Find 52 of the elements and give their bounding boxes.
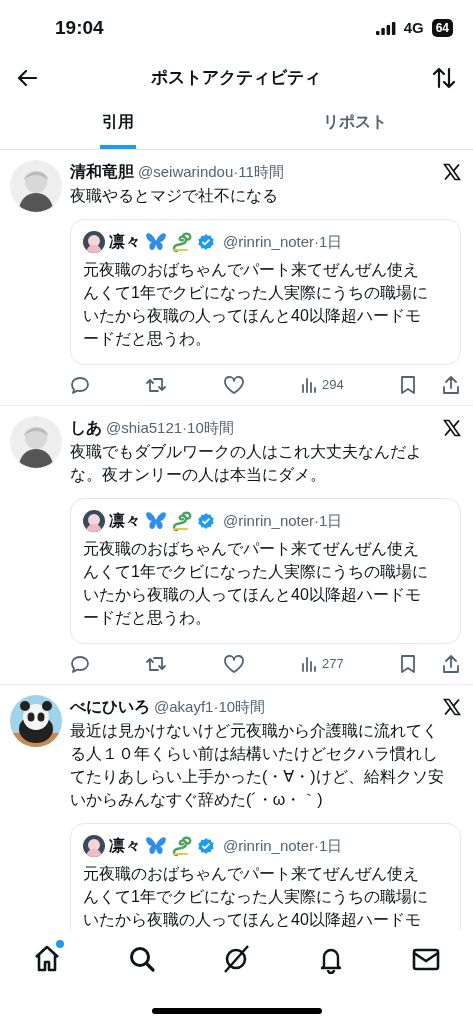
post-text: 最近は見かけないけど元夜職から介護職に流れてく る人１０年くらい前は結構いたけどセクハラ慣れし てたりあしらい上手かった(・∀・)けど、給料クソ安 いからみんなすぐ辞めた(´・ω・｀) [70,721,445,810]
clock-time: 19:04 [55,15,104,40]
butterfly-icon [145,836,167,856]
bookmark-icon[interactable] [398,654,417,674]
reply-icon[interactable] [70,654,90,674]
share-icon[interactable] [440,654,461,674]
views-icon[interactable] [299,376,318,394]
sort-icon[interactable] [431,65,457,91]
logo-icon [443,698,461,716]
post-meta: @rinrin_noter·1日 [223,510,343,531]
post-text: 元夜職のおばちゃんでパート来てぜんぜん使え んくて1年でクビになった人実際にうちの職場に いたから夜職の人ってほんと40以降超ハードモ ードだと思うわ。 [83,260,429,349]
post-meta: @akayf1·10時間 [154,697,266,717]
quoted-post[interactable]: 凛々 @rinrin_noter·1日 元夜職のおばちゃんでパート来てぜんぜん使え んくて1年でクビになった人実際にうちの職場に いたから夜職の人ってほんと40以降超ハードモ ードだと思うわ。 [70,498,461,644]
dragon-icon [171,231,193,253]
author-name[interactable]: べにひいろ [70,695,150,719]
network-type: 4G [403,17,424,38]
author-name: 凛々 [109,836,141,856]
quoted-post[interactable]: 凛々 @rinrin_noter·1日 元夜職のおばちゃんでパート来てぜんぜん使え んくて1年でクビになった人実際にうちの職場に いたから夜職の人ってほんと40以降超ハードモ ードだと思うわ。 [70,219,461,365]
dragon-icon [171,510,193,532]
reply-icon[interactable] [70,375,90,395]
page-title: ポストアクティビティ [150,67,321,90]
view-count: 294 [321,376,344,395]
repost-icon[interactable] [145,375,168,395]
butterfly-icon [145,511,167,531]
author-name: 凛々 [109,232,141,252]
post-text: 元夜職のおばちゃんでパート来てぜんぜん使え んくて1年でクビになった人実際にうちの職場に いたから夜職の人ってほんと40以降超ハードモ [83,864,429,930]
views-icon[interactable] [299,655,318,673]
like-icon[interactable] [222,375,245,395]
post-meta: @seiwarindou·11時間 [138,162,284,182]
author-name[interactable]: しあ [70,416,102,440]
post-meta: @rinrin_noter·1日 [223,835,343,856]
share-icon[interactable] [440,375,461,395]
like-icon[interactable] [222,654,245,674]
post-meta: @shia5121·10時間 [106,418,234,438]
post-text: 元夜職のおばちゃんでパート来てぜんぜん使え んくて1年でクビになった人実際にうちの職場に いたから夜職の人ってほんと40以降超ハードモ ードだと思うわ。 [83,539,429,628]
bookmark-icon[interactable] [398,375,417,395]
slashed-circle-icon[interactable] [221,944,252,974]
author-name[interactable]: 清和竜胆 [70,160,134,184]
author-name: 凛々 [109,511,141,531]
post-text: 夜職でもダブルワークの人はこれ大丈夫なんだよ な。夜オンリーの人は本当にダメ。 [70,442,423,485]
logo-icon [443,163,461,181]
tab[interactable]: リポスト [236,98,473,149]
dragon-icon [171,835,193,857]
post-text: 夜職やるとマジで社不になる [70,186,279,206]
butterfly-icon [145,232,167,252]
view-count: 277 [321,655,344,674]
post-meta: @rinrin_noter·1日 [223,231,343,252]
repost-icon[interactable] [145,654,168,674]
battery-level: 64 [431,19,453,37]
logo-icon [443,419,461,437]
signal-icon [375,21,396,35]
tab[interactable]: 引用 [0,98,237,149]
